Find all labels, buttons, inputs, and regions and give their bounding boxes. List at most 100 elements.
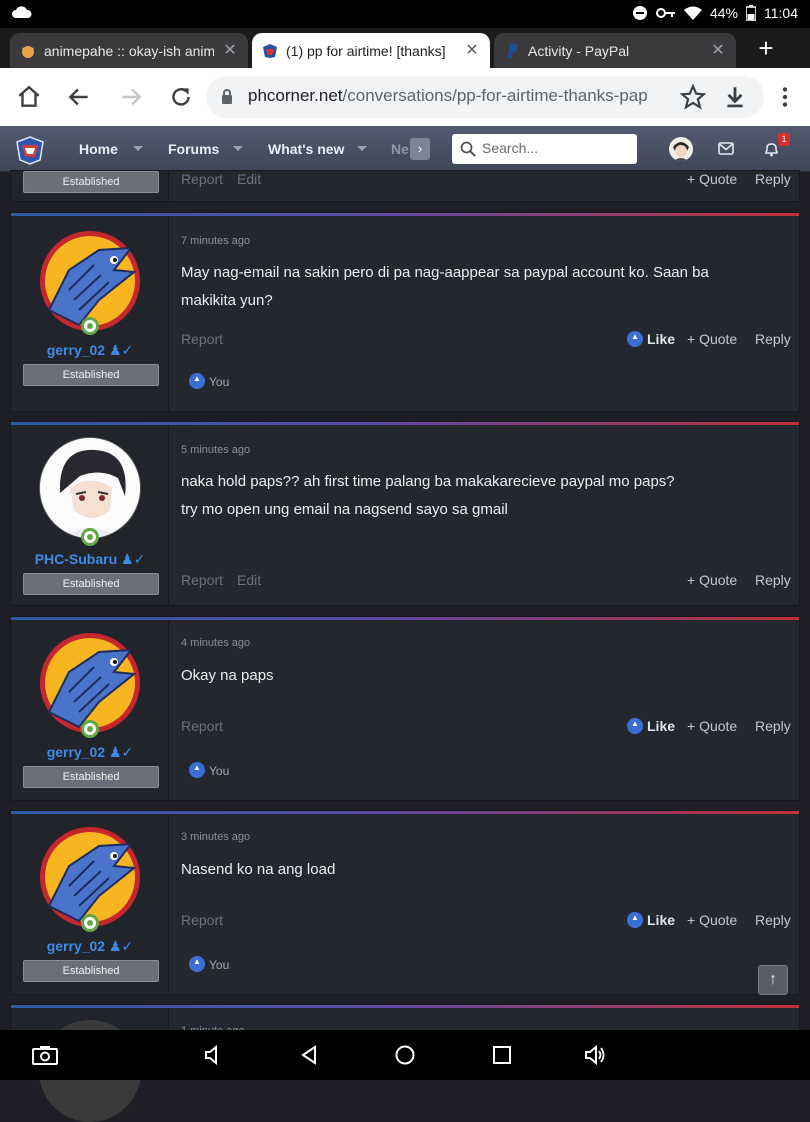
username[interactable]: gerry_02 ♟✓ [11,938,169,955]
cloud-icon [12,6,32,18]
message-post: gerry_02 ♟✓ Established 7 minutes ago Ma… [10,212,800,412]
report-link[interactable]: Report [181,718,223,734]
quote-link[interactable]: + Quote [687,331,737,347]
url-text[interactable]: phcorner.net/conversations/pp-for-airtim… [248,86,658,106]
close-icon[interactable]: ✕ [710,42,726,59]
like-button[interactable]: Like [627,331,675,347]
like-button[interactable]: Like [627,912,675,928]
thumbs-up-icon [627,331,643,347]
paypal-icon [504,43,520,59]
home-nav-icon[interactable] [394,1044,416,1066]
nav-forums[interactable]: Forums [168,141,219,157]
reactions-summary[interactable]: You [189,373,229,389]
reactions-summary[interactable]: You [189,956,229,972]
username[interactable]: PHC-Subaru ♟✓ [11,551,169,568]
nav-whats-new[interactable]: What's new [268,141,344,157]
star-icon[interactable] [680,84,706,110]
tab-phcorner[interactable]: (1) pp for airtime! [thanks] ✕ [252,33,490,68]
nav-scroll-right-button[interactable]: › [410,138,430,160]
close-icon[interactable]: ✕ [464,42,480,59]
reactions-summary[interactable]: You [189,762,229,778]
user-title-badge: Established [23,766,159,788]
download-icon[interactable] [722,84,748,110]
quote-link[interactable]: + Quote [687,912,737,928]
message-post: gerry_02 ♟✓ Established 4 minutes ago Ok… [10,616,800,801]
reply-link[interactable]: Reply [755,718,791,734]
avatar[interactable] [39,826,141,928]
username[interactable]: gerry_02 ♟✓ [11,744,169,761]
tab-title: (1) pp for airtime! [thanks] [286,42,446,59]
recents-nav-icon[interactable] [491,1044,513,1066]
message-user-sidebar: gerry_02 ♟✓ Established [11,216,169,411]
quote-link[interactable]: + Quote [687,718,737,734]
tab-paypal[interactable]: Activity - PayPal ✕ [494,33,736,68]
back-icon[interactable] [66,84,92,110]
thumbs-up-icon [189,762,205,778]
reply-link[interactable]: Reply [755,572,791,588]
report-link[interactable]: Report [181,912,223,928]
home-icon[interactable] [16,84,42,110]
chevron-down-icon[interactable] [233,146,243,151]
tab-animepahe[interactable]: animepahe :: okay-ish anime ✕ [10,33,248,68]
lock-icon [222,89,232,104]
close-icon[interactable]: ✕ [222,42,238,59]
bell-icon[interactable] [764,141,779,157]
back-nav-icon[interactable] [298,1044,320,1066]
do-not-disturb-icon [632,6,647,20]
reply-link[interactable]: Reply [755,912,791,928]
plus-icon: + [687,718,700,734]
tab-title: animepahe :: okay-ish anime [44,42,214,59]
verified-user-icon: ♟✓ [121,551,146,567]
message-body: May nag-email na sakin pero di pa nag-aa… [181,259,781,315]
username[interactable]: gerry_02 ♟✓ [11,342,169,359]
avatar[interactable] [39,632,141,734]
user-avatar[interactable] [669,137,693,161]
report-link[interactable]: Report [181,171,223,187]
quote-link[interactable]: + Quote [687,572,737,588]
mail-icon[interactable] [718,142,734,155]
site-logo[interactable] [15,135,45,165]
quote-link[interactable]: + Quote [687,171,737,187]
volume-up-icon[interactable] [584,1044,606,1066]
message-user-sidebar: gerry_02 ♟✓ Established [11,814,169,994]
user-title-badge: Established [23,573,159,595]
report-link[interactable]: Report [181,331,223,347]
online-status-icon [81,317,99,335]
reaction-users: You [209,375,230,389]
screenshot-icon[interactable] [32,1044,58,1066]
nav-home[interactable]: Home [79,141,118,157]
volume-down-icon[interactable] [203,1044,225,1066]
reload-icon[interactable] [168,84,194,110]
avatar[interactable] [39,437,141,539]
chevron-down-icon[interactable] [357,146,367,151]
cat-icon [20,43,36,59]
url-path: /conversations/pp-for-airtime-thanks-pap [342,86,648,105]
arrow-up-icon: ↑ [769,971,777,988]
post-time[interactable]: 7 minutes ago [181,235,250,247]
edit-link[interactable]: Edit [237,572,261,588]
report-link[interactable]: Report [181,572,223,588]
tab-title: Activity - PayPal [528,42,630,59]
message-post-partial: Established Report Edit + Quote Reply [10,170,800,202]
like-label: Like [647,718,676,734]
edit-link[interactable]: Edit [237,171,261,187]
scroll-to-top-button[interactable]: ↑ [758,965,788,995]
post-time[interactable]: 5 minutes ago [181,444,250,456]
more-vert-icon[interactable] [772,84,798,110]
message-post: gerry_02 ♟✓ Established 3 minutes ago Na… [10,810,800,995]
reply-link[interactable]: Reply [755,171,791,187]
search-placeholder: Search... [482,140,539,156]
search-input[interactable] [452,134,637,164]
chevron-down-icon[interactable] [133,146,143,151]
verified-user-icon: ♟✓ [109,342,134,358]
forward-icon[interactable] [118,84,144,110]
thumbs-up-icon [189,956,205,972]
message-line: naka hold paps?? ah first time palang ba… [181,473,675,490]
like-button[interactable]: Like [627,718,675,734]
quote-label: Quote [699,912,738,928]
reply-link[interactable]: Reply [755,331,791,347]
new-tab-button[interactable]: + [752,34,780,62]
nav-next-partial[interactable]: Ne [391,141,409,157]
post-time[interactable]: 3 minutes ago [181,831,250,843]
post-time[interactable]: 4 minutes ago [181,637,250,649]
